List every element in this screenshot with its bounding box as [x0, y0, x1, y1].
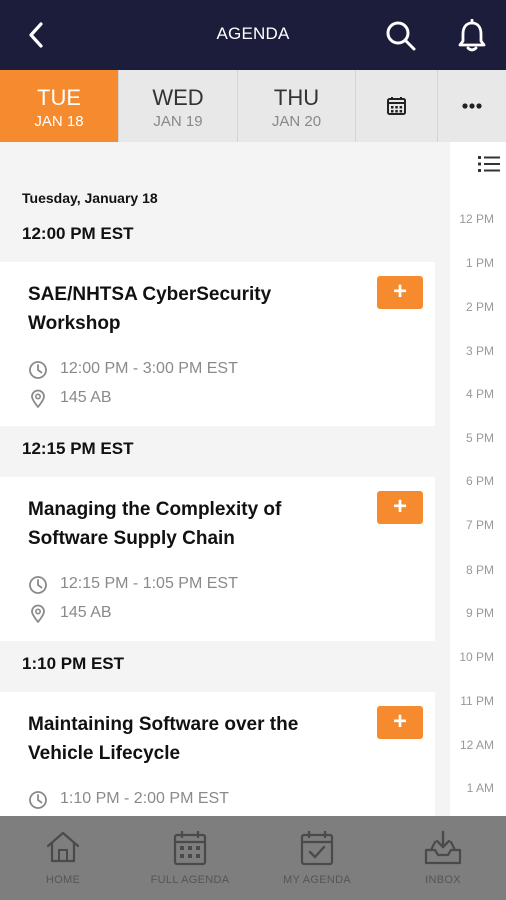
- session-time: 1:10 PM - 2:00 PM EST: [60, 790, 229, 807]
- inbox-icon: [424, 830, 462, 865]
- session-card[interactable]: SAE/NHTSA CyberSecurity Workshop + 12:00…: [0, 262, 435, 426]
- nav-label: FULL AGENDA: [150, 874, 230, 886]
- session-title: Maintaining Software over the Vehicle Li…: [28, 714, 299, 764]
- calendar-icon: [387, 97, 406, 115]
- nav-home[interactable]: HOME: [18, 816, 108, 900]
- session-location: 145 AB: [60, 389, 112, 406]
- day-tabs: TUE JAN 18 WED JAN 19 THU JAN 20: [0, 70, 506, 142]
- session-card[interactable]: Maintaining Software over the Vehicle Li…: [0, 692, 435, 816]
- add-to-agenda-button[interactable]: +: [377, 491, 423, 524]
- timeline-hour: 6 PM: [465, 474, 494, 488]
- timeline-hour: 12 PM: [459, 212, 494, 226]
- tab-thursday[interactable]: THU JAN 20: [238, 70, 356, 142]
- calendar-check-icon: [300, 831, 334, 866]
- timeline-hour: 1 PM: [465, 256, 494, 270]
- list-view-icon[interactable]: [478, 154, 500, 174]
- location-pin-icon: [31, 604, 45, 623]
- more-options-button[interactable]: [438, 70, 506, 142]
- timeline-hour: 8 PM: [465, 563, 494, 577]
- home-icon: [46, 831, 80, 863]
- timeline-hour: 9 PM: [465, 606, 494, 620]
- search-icon[interactable]: [385, 20, 417, 52]
- session-card[interactable]: Managing the Complexity of Software Supp…: [0, 477, 435, 641]
- day-heading: Tuesday, January 18: [22, 190, 158, 206]
- timeline-hour: 10 PM: [459, 650, 494, 664]
- add-to-agenda-button[interactable]: +: [377, 276, 423, 309]
- tab-day-label: TUE: [37, 85, 81, 110]
- timeline-hour: 5 PM: [465, 431, 494, 445]
- time-group-heading: 12:15 PM EST: [22, 439, 134, 458]
- time-group-heading: 12:00 PM EST: [22, 224, 134, 243]
- session-time: 12:15 PM - 1:05 PM EST: [60, 575, 238, 592]
- calendar-picker-button[interactable]: [356, 70, 438, 142]
- tab-wednesday[interactable]: WED JAN 19: [119, 70, 238, 142]
- more-dots-icon: [462, 103, 482, 109]
- clock-icon: [29, 576, 47, 594]
- tab-tuesday[interactable]: TUE JAN 18: [0, 70, 119, 142]
- agenda-list[interactable]: Tuesday, January 18 12:00 PM EST SAE/NHT…: [0, 142, 450, 816]
- timeline-hour: 3 PM: [465, 344, 494, 358]
- timeline-hour: 4 PM: [465, 387, 494, 401]
- timeline-hour: 1 AM: [466, 781, 494, 795]
- session-title: Managing the Complexity of Software Supp…: [28, 499, 282, 549]
- timeline-hour: 2 PM: [465, 300, 494, 314]
- location-pin-icon: [31, 389, 45, 408]
- calendar-grid-icon: [173, 831, 207, 866]
- nav-inbox[interactable]: INBOX: [398, 816, 488, 900]
- add-to-agenda-button[interactable]: +: [377, 706, 423, 739]
- tab-date-label: JAN 18: [34, 113, 84, 130]
- session-time: 12:00 PM - 3:00 PM EST: [60, 360, 238, 377]
- app-header: AGENDA: [0, 0, 506, 70]
- tab-day-label: THU: [273, 85, 320, 110]
- nav-label: INBOX: [425, 874, 461, 886]
- hour-timeline[interactable]: 12 PM 1 PM 2 PM 3 PM 4 PM 5 PM 6 PM 7 PM…: [450, 142, 506, 816]
- bottom-navigation: HOME FULL AGENDA MY AGENDA INBOX: [0, 816, 506, 900]
- tab-date-label: JAN 19: [153, 113, 203, 130]
- nav-label: MY AGENDA: [283, 874, 351, 886]
- nav-my-agenda[interactable]: MY AGENDA: [272, 816, 362, 900]
- clock-icon: [29, 791, 47, 809]
- bell-icon[interactable]: [456, 19, 488, 53]
- timeline-hour: 11 PM: [460, 694, 494, 708]
- nav-full-agenda[interactable]: FULL AGENDA: [140, 816, 240, 900]
- timeline-hour: 7 PM: [465, 518, 494, 532]
- clock-icon: [29, 361, 47, 379]
- tab-day-label: WED: [152, 85, 204, 110]
- nav-label: HOME: [45, 874, 81, 886]
- tab-date-label: JAN 20: [271, 113, 322, 130]
- page-title: AGENDA: [216, 24, 290, 43]
- time-group-heading: 1:10 PM EST: [22, 654, 125, 673]
- timeline-hour: 12 AM: [459, 738, 494, 752]
- session-title: SAE/NHTSA CyberSecurity Workshop: [28, 284, 272, 334]
- session-location: 145 AB: [60, 604, 112, 621]
